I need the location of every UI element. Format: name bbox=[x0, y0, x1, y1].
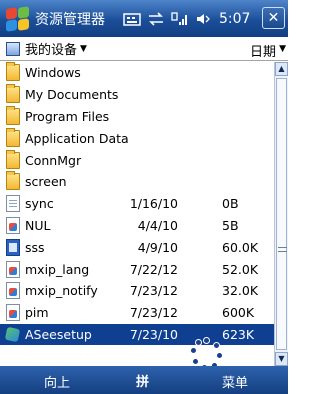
file-name: Application Data bbox=[25, 130, 129, 146]
file-name: ConnMgr bbox=[25, 152, 82, 168]
window-title: 资源管理器 bbox=[35, 11, 105, 28]
file-date: 7/23/10 bbox=[129, 326, 178, 342]
file-icon bbox=[6, 195, 20, 213]
file-icon bbox=[6, 304, 20, 322]
file-row[interactable]: My Documents bbox=[0, 84, 274, 106]
file-row[interactable]: ConnMgr bbox=[0, 149, 274, 171]
file-icon bbox=[6, 282, 20, 300]
file-row[interactable]: Program Files bbox=[0, 105, 274, 128]
scroll-up-arrow-icon[interactable]: ▲ bbox=[275, 62, 288, 76]
file-row[interactable]: NUL 4/4/10 5B bbox=[0, 215, 274, 237]
file-icon bbox=[6, 238, 20, 256]
sort-dropdown[interactable]: 日期 bbox=[250, 41, 276, 60]
file-size: 32.0K bbox=[222, 283, 259, 299]
file-name: Program Files bbox=[25, 108, 110, 124]
file-date: 7/22/12 bbox=[129, 261, 178, 277]
folder-icon bbox=[6, 105, 20, 125]
scroll-down-arrow-icon[interactable]: ▼ bbox=[275, 352, 288, 366]
folder-icon bbox=[6, 84, 20, 104]
file-name: My Documents bbox=[25, 87, 119, 103]
sync-arrows-icon[interactable] bbox=[147, 11, 165, 27]
file-date: 1/16/10 bbox=[129, 196, 178, 212]
folder-icon bbox=[6, 171, 20, 191]
file-row[interactable]: mxip_notify 7/23/12 32.0K bbox=[0, 280, 274, 302]
file-size: 60.0K bbox=[222, 239, 259, 255]
file-size: 5B bbox=[222, 217, 239, 233]
folder-icon bbox=[6, 149, 20, 169]
softkey-bar: 向上 拼 菜单 bbox=[0, 366, 288, 394]
file-row[interactable]: sss 4/9/10 60.0K bbox=[0, 236, 274, 258]
status-icons[interactable]: 5:07 bbox=[123, 11, 250, 27]
file-row[interactable]: mxip_lang 7/22/12 52.0K bbox=[0, 258, 274, 280]
file-list: Windows My Documents Program Files Applicat… bbox=[0, 62, 274, 366]
device-icon bbox=[6, 41, 20, 56]
file-row[interactable]: Windows bbox=[0, 62, 274, 84]
folder-icon bbox=[6, 127, 20, 147]
file-row[interactable]: sync 1/16/10 0B bbox=[0, 193, 274, 215]
file-explorer-screen: 资源管理器 5:07 ✕ 我的设备 ▼ 日期 ▼ Windows My Docum… bbox=[0, 0, 288, 394]
location-bar: 我的设备 ▼ 日期 ▼ bbox=[0, 37, 288, 61]
scrollbar-grip-icon bbox=[278, 247, 287, 252]
softkey-menu[interactable]: 菜单 bbox=[222, 372, 248, 391]
file-icon bbox=[6, 260, 20, 278]
location-dropdown[interactable]: 我的设备 bbox=[25, 39, 77, 58]
title-bar: 资源管理器 5:07 ✕ bbox=[0, 0, 288, 37]
file-size: 623K bbox=[222, 326, 255, 342]
close-button[interactable]: ✕ bbox=[262, 7, 285, 29]
file-date: 7/23/12 bbox=[129, 283, 178, 299]
softkey-up[interactable]: 向上 bbox=[44, 372, 70, 391]
file-name: sss bbox=[25, 239, 45, 255]
vertical-scrollbar[interactable]: ▲ ▼ bbox=[274, 62, 288, 366]
file-name: NUL bbox=[25, 217, 51, 233]
windows-start-icon[interactable] bbox=[5, 5, 31, 32]
file-row[interactable]: Application Data bbox=[0, 127, 274, 149]
file-icon bbox=[6, 216, 20, 234]
volume-icon[interactable] bbox=[195, 11, 211, 27]
file-size: 0B bbox=[222, 196, 239, 212]
file-row[interactable]: pim 7/23/12 600K bbox=[0, 302, 274, 324]
file-size: 52.0K bbox=[222, 261, 259, 277]
signal-strength-icon[interactable] bbox=[171, 11, 189, 27]
sort-chevron-down-icon[interactable]: ▼ bbox=[279, 44, 286, 54]
file-date: 4/4/10 bbox=[137, 217, 178, 233]
file-name: Windows bbox=[25, 65, 81, 81]
file-row[interactable]: screen bbox=[0, 171, 274, 193]
clock[interactable]: 5:07 bbox=[219, 11, 250, 27]
file-date: 7/23/12 bbox=[129, 305, 178, 321]
keyboard-icon[interactable] bbox=[123, 11, 141, 27]
folder-icon bbox=[6, 62, 20, 82]
file-row[interactable]: ASeesetup 7/23/10 623K bbox=[0, 323, 274, 346]
scrollbar-thumb[interactable] bbox=[276, 78, 287, 350]
file-name: screen bbox=[25, 174, 67, 190]
file-size: 600K bbox=[222, 305, 255, 321]
chevron-down-icon[interactable]: ▼ bbox=[80, 44, 87, 54]
file-date: 4/9/10 bbox=[137, 239, 178, 255]
file-icon bbox=[6, 326, 20, 343]
input-method-button[interactable]: 拼 bbox=[136, 371, 149, 390]
